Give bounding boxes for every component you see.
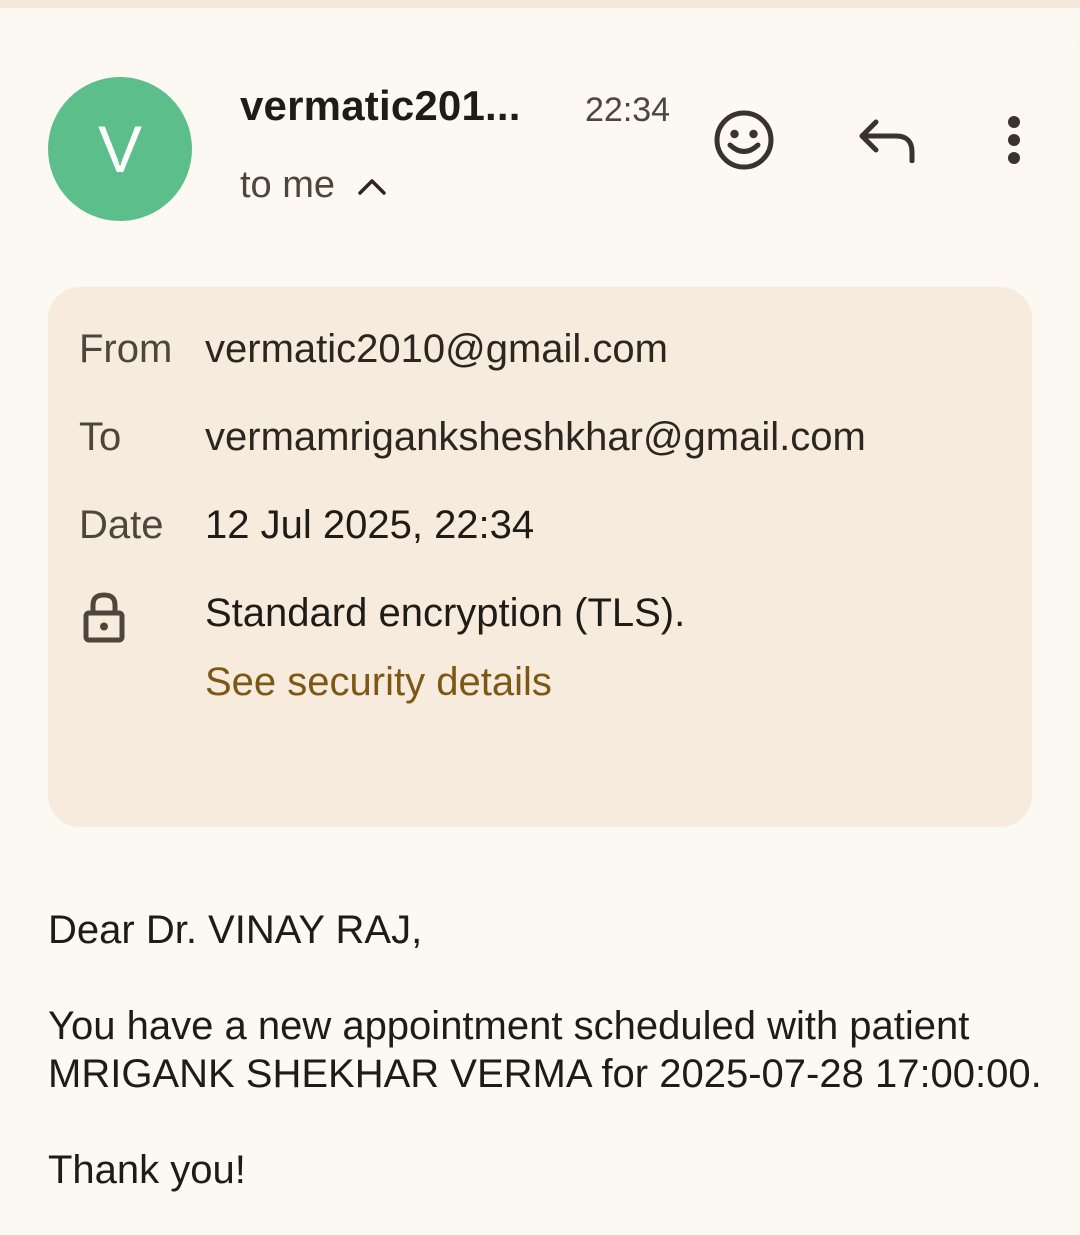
reply-button[interactable]: [852, 104, 924, 176]
chevron-up-icon[interactable]: [357, 176, 387, 196]
message-closing: Thank you!: [48, 1148, 246, 1192]
from-label: From: [79, 327, 173, 371]
message-greeting: Dear Dr. VINAY RAJ,: [48, 908, 423, 952]
date-value: 12 Jul 2025, 22:34: [205, 503, 535, 547]
lock-icon: [83, 592, 125, 643]
avatar[interactable]: V: [48, 77, 192, 221]
message-time: 22:34: [585, 91, 671, 129]
add-reaction-button[interactable]: [708, 104, 780, 176]
to-address[interactable]: vermamriganksheshkhar@gmail.com: [205, 415, 866, 460]
encryption-text: Standard encryption (TLS).: [205, 591, 686, 635]
see-security-details-link[interactable]: See security details: [205, 660, 552, 705]
to-label: To: [79, 415, 122, 459]
add-reaction-icon: [714, 110, 774, 170]
top-strip: [0, 0, 1080, 8]
email-card: V vermatic201... 22:34 to me From vermat…: [0, 8, 1080, 1235]
more-options-button[interactable]: [984, 104, 1044, 176]
from-address[interactable]: vermatic2010@gmail.com: [205, 327, 668, 372]
message-line-1: You have a new appointment scheduled wit…: [48, 1004, 970, 1048]
message-details-panel: From vermatic2010@gmail.com To vermamrig…: [48, 287, 1032, 827]
more-vert-icon: [1008, 116, 1020, 164]
message-line-2: MRIGANK SHEKHAR VERMA for 2025-07-28 17:…: [48, 1052, 1042, 1096]
reply-icon: [859, 119, 915, 163]
date-label: Date: [79, 503, 164, 547]
sender-name[interactable]: vermatic201...: [240, 82, 521, 130]
recipient-toggle[interactable]: to me: [240, 164, 387, 207]
recipient-summary: to me: [240, 164, 336, 206]
